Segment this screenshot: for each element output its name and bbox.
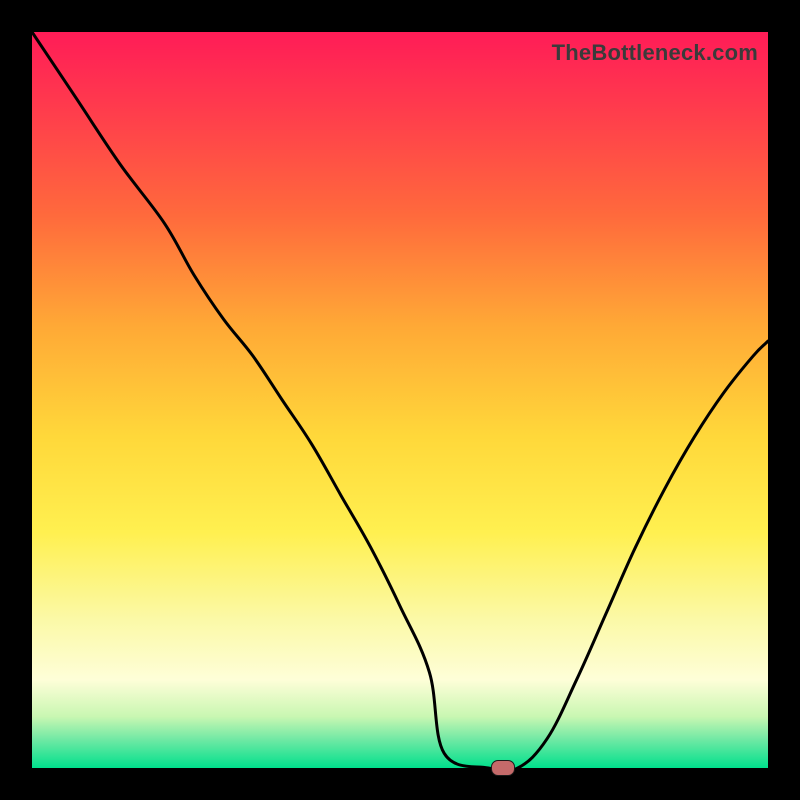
bottleneck-curve <box>32 32 768 768</box>
selected-point-marker <box>491 760 515 776</box>
chart-frame: TheBottleneck.com <box>0 0 800 800</box>
plot-area: TheBottleneck.com <box>32 32 768 768</box>
